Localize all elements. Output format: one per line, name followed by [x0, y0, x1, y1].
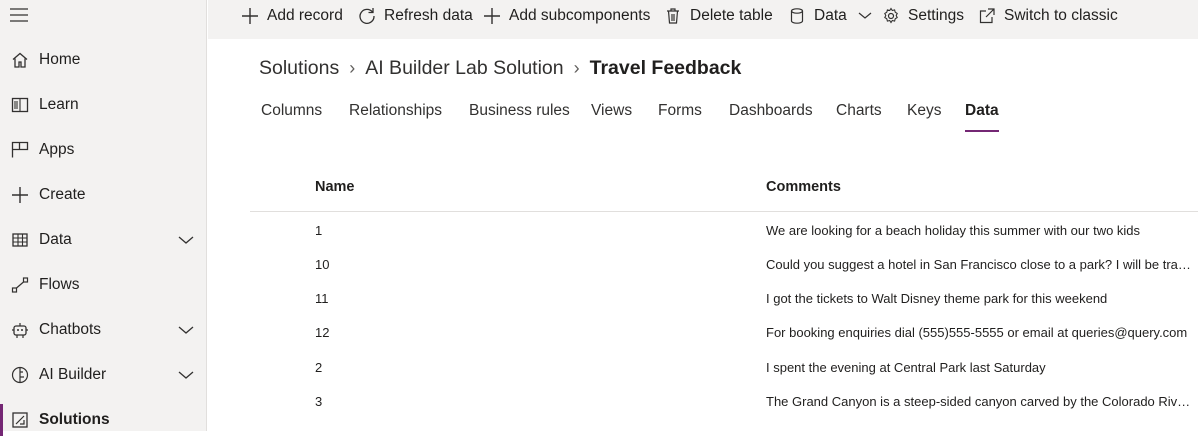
apps-icon [10, 140, 30, 160]
nav-learn[interactable]: Learn [0, 85, 207, 125]
chevron-down-icon[interactable] [178, 368, 194, 382]
cell-comments: The Grand Canyon is a steep-sided canyon… [766, 394, 1194, 409]
chevron-right-icon: › [349, 57, 356, 78]
gear-icon [881, 6, 901, 26]
refresh-data-label: Refresh data [384, 7, 473, 24]
left-nav: Home Learn Apps Create Data Flows Chatbo… [0, 0, 207, 436]
tab-dashboards[interactable]: Dashboards [729, 102, 813, 126]
nav-label: Data [39, 231, 72, 248]
cell-name: 1 [315, 223, 323, 238]
nav-label: Learn [39, 96, 79, 113]
nav-label: Chatbots [39, 321, 102, 338]
book-icon [10, 95, 30, 115]
nav-create[interactable]: Create [0, 175, 207, 215]
table-icon [10, 230, 30, 250]
add-subcomponents-label: Add subcomponents [509, 7, 651, 24]
add-subcomponents-button[interactable]: Add subcomponents [482, 0, 650, 32]
add-record-button[interactable]: Add record [240, 0, 343, 32]
table-row[interactable]: 12 For booking enquiries dial (555)555-5… [250, 315, 1198, 349]
tab-views[interactable]: Views [591, 102, 632, 126]
table-row[interactable]: 3 The Grand Canyon is a steep-sided cany… [250, 384, 1198, 418]
nav-solutions[interactable]: Solutions [0, 400, 207, 440]
settings-button[interactable]: Settings [881, 0, 964, 32]
nav-label: Apps [39, 141, 75, 158]
cell-name: 3 [315, 394, 323, 409]
plus-icon [10, 185, 30, 205]
plus-icon [482, 6, 502, 26]
nav-data[interactable]: Data [0, 220, 207, 260]
cell-comments: I spent the evening at Central Park last… [766, 360, 1046, 375]
chevron-down-icon[interactable] [178, 323, 194, 337]
breadcrumb-solution-link[interactable]: AI Builder Lab Solution [365, 57, 563, 80]
open-external-icon [977, 6, 997, 26]
tab-columns[interactable]: Columns [261, 102, 322, 126]
hamburger-menu-icon[interactable] [10, 8, 28, 22]
column-header-comments[interactable]: Comments [766, 179, 841, 195]
tab-data[interactable]: Data [965, 102, 999, 132]
table-row[interactable]: 11 I got the tickets to Walt Disney them… [250, 281, 1198, 315]
refresh-icon [357, 6, 377, 26]
nav-label: Create [39, 186, 86, 203]
delete-table-button[interactable]: Delete table [663, 0, 773, 32]
nav-home[interactable]: Home [0, 40, 207, 80]
tab-keys[interactable]: Keys [907, 102, 941, 126]
nav-label: Home [39, 51, 81, 68]
breadcrumb: Solutions › AI Builder Lab Solution › Tr… [259, 54, 741, 82]
plus-icon [240, 6, 260, 26]
cell-name: 2 [315, 360, 323, 375]
column-header-name[interactable]: Name [315, 179, 355, 195]
nav-label: AI Builder [39, 366, 107, 383]
bot-icon [10, 320, 30, 340]
command-bar: Add record Refresh data Add subcomponent… [208, 0, 1198, 39]
page-title: Travel Feedback [589, 56, 742, 79]
chevron-right-icon: › [573, 57, 580, 78]
nav-label: Flows [39, 276, 80, 293]
data-menu-button[interactable]: Data [787, 0, 875, 32]
flow-icon [10, 275, 30, 295]
cell-name: 11 [315, 291, 329, 306]
nav-apps[interactable]: Apps [0, 130, 207, 170]
tab-business-rules[interactable]: Business rules [469, 102, 570, 126]
delete-table-label: Delete table [690, 7, 773, 24]
brain-icon [10, 365, 30, 385]
refresh-data-button[interactable]: Refresh data [357, 0, 473, 32]
switch-to-classic-button[interactable]: Switch to classic [977, 0, 1118, 32]
tab-relationships[interactable]: Relationships [349, 102, 442, 126]
cell-name: 12 [315, 325, 330, 340]
grid-header: Name Comments [250, 166, 1198, 212]
database-icon [787, 6, 807, 26]
data-menu-label: Data [814, 7, 847, 24]
home-icon [10, 50, 30, 70]
cell-comments: I got the tickets to Walt Disney theme p… [766, 291, 1108, 306]
cell-comments: Could you suggest a hotel in San Francis… [766, 257, 1194, 272]
trash-icon [663, 6, 683, 26]
nav-label: Solutions [39, 411, 110, 428]
switch-to-classic-label: Switch to classic [1004, 7, 1118, 24]
settings-label: Settings [908, 7, 965, 24]
table-row[interactable]: 1 We are looking for a beach holiday thi… [250, 213, 1198, 247]
solutions-icon [10, 410, 30, 430]
chevron-down-icon [855, 6, 875, 26]
cell-comments: For booking enquiries dial (555)555-5555… [766, 325, 1188, 340]
cell-name: 10 [315, 257, 330, 272]
cell-comments: We are looking for a beach holiday this … [766, 223, 1141, 238]
tab-charts[interactable]: Charts [836, 102, 882, 126]
chevron-down-icon[interactable] [178, 233, 194, 247]
nav-flows[interactable]: Flows [0, 265, 207, 305]
breadcrumb-solutions-link[interactable]: Solutions [259, 57, 339, 80]
nav-ai-builder[interactable]: AI Builder [0, 355, 207, 395]
add-record-label: Add record [267, 7, 343, 24]
nav-chatbots[interactable]: Chatbots [0, 310, 207, 350]
tab-forms[interactable]: Forms [658, 102, 702, 126]
table-row[interactable]: 10 Could you suggest a hotel in San Fran… [250, 247, 1198, 281]
table-row[interactable]: 2 I spent the evening at Central Park la… [250, 350, 1198, 384]
